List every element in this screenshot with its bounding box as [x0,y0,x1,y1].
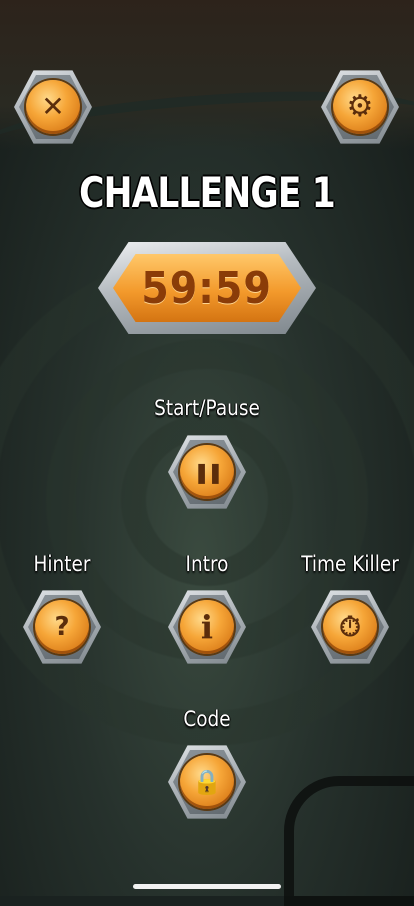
info-icon: i [180,600,234,654]
chain-decoration [284,776,414,906]
pause-icon: ❚❚ [180,445,234,499]
timer-plate: 59:59 [113,254,301,322]
start-pause-label: Start/Pause [154,396,260,420]
timer-display: 59:59 [98,242,316,334]
hinter-label: Hinter [33,552,91,576]
lock-icon: 🔒 [180,755,234,809]
page-title: CHALLENGE 1 [79,168,336,217]
time-killer-label: Time Killer [301,552,399,576]
gear-icon: ⚙ [333,80,387,134]
intro-label: Intro [185,552,229,576]
home-indicator[interactable] [133,884,281,889]
lightbulb-icon: ? [35,600,89,654]
timer-value: 59:59 [141,262,273,314]
code-label: Code [183,707,231,731]
close-icon: ✕ [26,80,80,134]
stopwatch-icon: ⏱ [323,600,377,654]
